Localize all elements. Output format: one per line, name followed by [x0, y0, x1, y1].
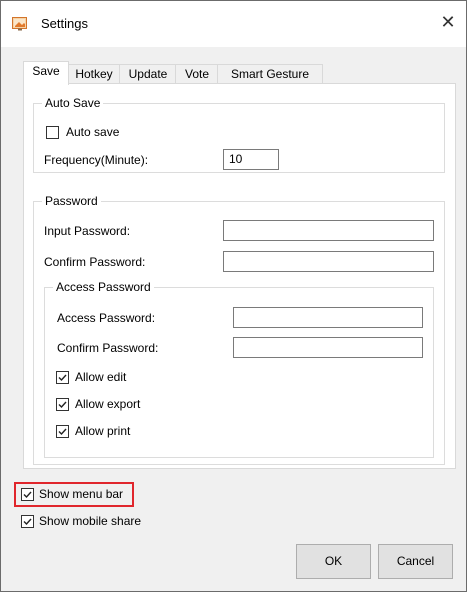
close-icon[interactable]: ✕ [438, 12, 458, 32]
auto-save-checkbox[interactable] [46, 126, 59, 139]
access-password-field[interactable] [233, 307, 423, 328]
password-group: Password Input Password: Confirm Passwor… [33, 194, 445, 465]
input-password-field[interactable] [223, 220, 434, 241]
frequency-input[interactable]: 10 [223, 149, 279, 170]
access-password-legend: Access Password [53, 280, 154, 294]
access-confirm-password-label: Confirm Password: [57, 341, 159, 355]
ok-button[interactable]: OK [296, 544, 371, 579]
allow-print-label: Allow print [75, 424, 131, 438]
access-password-label: Access Password: [57, 311, 156, 325]
show-menu-bar-checkbox[interactable] [21, 488, 34, 501]
password-legend: Password [42, 194, 101, 208]
show-mobile-share-checkbox[interactable] [21, 515, 34, 528]
check-icon [58, 401, 67, 409]
save-tab-panel: Auto Save Auto save Frequency(Minute): 1… [23, 83, 456, 469]
input-password-label: Input Password: [44, 224, 131, 238]
confirm-password-label: Confirm Password: [44, 255, 146, 269]
tab-save[interactable]: Save [23, 61, 69, 85]
access-password-group: Access Password Access Password: Confirm… [44, 280, 434, 458]
tab-update[interactable]: Update [119, 64, 177, 84]
allow-edit-checkbox[interactable] [56, 371, 69, 384]
tab-vote[interactable]: Vote [175, 64, 219, 84]
access-confirm-password-field[interactable] [233, 337, 423, 358]
check-icon [58, 428, 67, 436]
settings-app-icon [12, 16, 29, 31]
allow-edit-label: Allow edit [75, 370, 127, 384]
frequency-label: Frequency(Minute): [44, 153, 149, 167]
check-icon [23, 518, 32, 526]
show-mobile-share-label: Show mobile share [39, 514, 142, 528]
auto-save-label: Auto save [66, 125, 120, 139]
allow-export-checkbox[interactable] [56, 398, 69, 411]
check-icon [58, 374, 67, 382]
tab-smart-gesture[interactable]: Smart Gesture [217, 64, 323, 84]
auto-save-legend: Auto Save [42, 96, 104, 110]
settings-dialog: Settings ✕ Save Hotkey Update Vote Smart… [0, 0, 467, 592]
tab-hotkey[interactable]: Hotkey [67, 64, 121, 84]
cancel-button[interactable]: Cancel [378, 544, 453, 579]
title-bar: Settings ✕ [1, 1, 466, 47]
allow-print-checkbox[interactable] [56, 425, 69, 438]
confirm-password-field[interactable] [223, 251, 434, 272]
allow-export-label: Allow export [75, 397, 141, 411]
show-menu-bar-label: Show menu bar [39, 487, 124, 501]
auto-save-group: Auto Save Auto save Frequency(Minute): 1… [33, 96, 445, 173]
window-title: Settings [41, 16, 88, 31]
check-icon [23, 491, 32, 499]
